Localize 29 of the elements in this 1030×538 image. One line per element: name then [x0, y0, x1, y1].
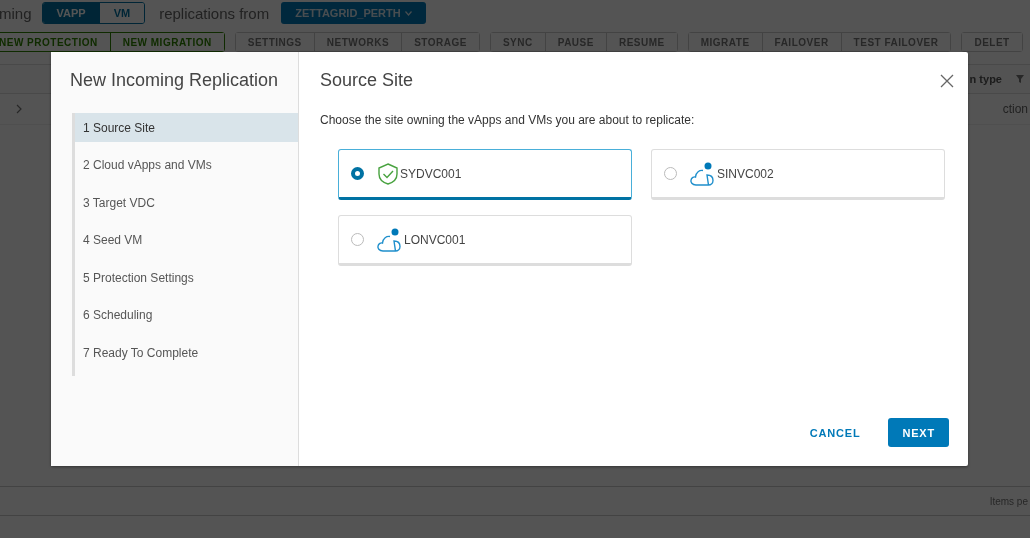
filter-icon — [1016, 75, 1024, 83]
wizard-step[interactable]: 3 Target VDC — [75, 188, 298, 217]
wizard-step[interactable]: 7 Ready To Complete — [75, 338, 298, 367]
type-toggle-button[interactable]: VAPP — [42, 3, 100, 23]
caret-icon — [404, 10, 412, 16]
site-card[interactable]: LONVC001 — [338, 215, 632, 266]
site-name: SINVC002 — [717, 166, 774, 181]
next-button[interactable]: NEXT — [888, 418, 949, 447]
cancel-button[interactable]: CANCEL — [795, 418, 875, 447]
wizard-step[interactable]: 6 Scheduling — [75, 300, 298, 330]
site-card[interactable]: SYDVC001 — [338, 149, 632, 200]
site-dropdown[interactable]: ZETTAGRID_PERTH — [281, 2, 426, 24]
instruction-text: Choose the site owning the vApps and VMs you are about to replicate: — [320, 113, 696, 127]
cloud-icon — [376, 226, 404, 253]
chevron-icon[interactable] — [16, 104, 22, 114]
wizard-step[interactable]: 1 Source Site — [75, 113, 298, 142]
radio-button[interactable] — [351, 167, 364, 180]
site-name: SYDVC001 — [400, 166, 462, 181]
wizard-step[interactable]: 5 Protection Settings — [75, 263, 298, 292]
wizard-step[interactable]: 2 Cloud vApps and VMs — [75, 150, 298, 180]
site-name: LONVC001 — [404, 232, 466, 247]
page-title: Source Site — [320, 70, 414, 91]
wizard-step[interactable]: 4 Seed VM — [75, 225, 298, 255]
site-card[interactable]: SINVC002 — [651, 149, 945, 200]
cloud-icon — [689, 160, 717, 187]
shield-check-icon — [376, 161, 400, 186]
close-icon[interactable] — [940, 74, 954, 88]
wizard-title: New Incoming Replication — [70, 70, 280, 91]
toolbar-button[interactable]: NEW PROTECTION — [0, 33, 111, 51]
